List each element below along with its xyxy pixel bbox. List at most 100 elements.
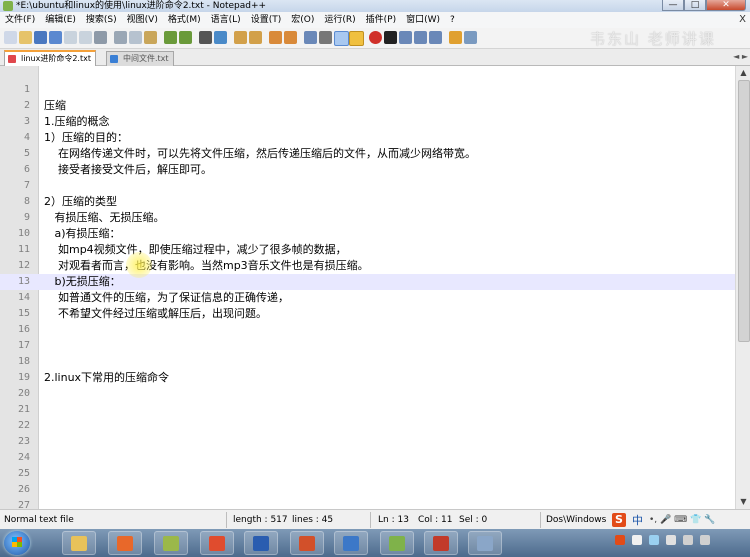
taskbar-app[interactable] [290, 531, 324, 555]
ime-language[interactable]: 中 [632, 512, 643, 528]
editor-line[interactable]: 26 [0, 482, 735, 498]
open-file-icon[interactable] [19, 31, 32, 44]
menu-edit[interactable]: 编辑(E) [40, 12, 81, 28]
taskbar-app[interactable] [424, 531, 458, 555]
menu-macro[interactable]: 宏(O) [286, 12, 319, 28]
taskbar-app[interactable] [244, 531, 278, 555]
taskbar-app[interactable] [108, 531, 142, 555]
close-button[interactable]: ✕ [706, 0, 746, 11]
editor-line[interactable]: 15 不希望文件经过压缩或解压后，出现问题。 [0, 306, 735, 322]
editor-line[interactable]: 11 如mp4视频文件，即使压缩过程中，减少了很多帧的数据， [0, 242, 735, 258]
editor-line[interactable]: 18 [0, 354, 735, 370]
sogou-tray-icon[interactable] [615, 535, 625, 545]
editor-line[interactable]: 23 [0, 434, 735, 450]
cut-icon[interactable] [114, 31, 127, 44]
save-all-icon[interactable] [49, 31, 62, 44]
editor-line[interactable]: 19 2.linux下常用的压缩命令 [0, 370, 735, 386]
editor-line[interactable]: 2 压缩 [0, 98, 735, 114]
zoom-out-icon[interactable] [249, 31, 262, 44]
editor-line[interactable]: 5 在网络传递文件时，可以先将文件压缩，然后传递压缩后的文件，从而减少网络带宽。 [0, 146, 735, 162]
sogou-logo-icon[interactable]: S [612, 513, 626, 527]
taskbar-app[interactable] [62, 531, 96, 555]
menu-view[interactable]: 视图(V) [122, 12, 163, 28]
taskbar-app[interactable] [334, 531, 368, 555]
scroll-up-icon[interactable]: ▲ [736, 66, 750, 80]
word-wrap-icon[interactable] [304, 31, 317, 44]
menu-settings[interactable]: 设置(T) [246, 12, 287, 28]
tab-middle-file[interactable]: 中间文件.txt [106, 51, 174, 66]
replace-icon[interactable] [214, 31, 227, 44]
doc-map-icon[interactable] [349, 31, 364, 46]
close-document-icon[interactable]: X [739, 14, 746, 25]
taskbar-app[interactable] [468, 531, 502, 555]
editor-line[interactable]: 20 [0, 386, 735, 402]
zoom-in-icon[interactable] [234, 31, 247, 44]
play-macro-icon[interactable] [399, 31, 412, 44]
editor-line[interactable]: 21 [0, 402, 735, 418]
menu-plugins[interactable]: 插件(P) [361, 12, 401, 28]
editor-line[interactable]: 9 有损压缩、无损压缩。 [0, 210, 735, 226]
editor-line[interactable]: 12 对观看者而言，也没有影响。当然mp3音乐文件也是有损压缩。 [0, 258, 735, 274]
editor-line[interactable]: 14 如普通文件的压缩，为了保证信息的正确传递， [0, 290, 735, 306]
menu-run[interactable]: 运行(R) [319, 12, 360, 28]
close-all-icon[interactable] [79, 31, 92, 44]
text-editor[interactable]: 1 2 压缩 3 1.压缩的概念 4 1）压缩的目的： 5 在网络传递文件时，可以先将文件压缩… [0, 66, 735, 509]
minimize-button[interactable]: — [662, 0, 684, 11]
editor-line[interactable]: 24 [0, 450, 735, 466]
tab-linux-commands[interactable]: linux进阶命令2.txt [4, 50, 96, 67]
scrollbar-thumb[interactable] [738, 80, 750, 342]
taskbar-app[interactable] [380, 531, 414, 555]
menu-language[interactable]: 语言(L) [206, 12, 246, 28]
menu-window[interactable]: 窗口(W) [401, 12, 445, 28]
tray-icon[interactable] [632, 535, 642, 545]
menu-file[interactable]: 文件(F) [0, 12, 40, 28]
spellcheck-icon[interactable] [464, 31, 477, 44]
start-button[interactable] [4, 531, 30, 555]
copy-icon[interactable] [129, 31, 142, 44]
taskbar-app[interactable] [200, 531, 234, 555]
stop-macro-icon[interactable] [384, 31, 397, 44]
editor-line[interactable]: 13 b)无损压缩： [0, 274, 735, 290]
sync-horizontal-icon[interactable] [284, 31, 297, 44]
maximize-button[interactable]: □ [684, 0, 706, 11]
paste-icon[interactable] [144, 31, 157, 44]
editor-line[interactable]: 27 [0, 498, 735, 509]
sync-vertical-icon[interactable] [269, 31, 282, 44]
indent-guide-icon[interactable] [334, 31, 349, 46]
volume-icon[interactable] [666, 535, 676, 545]
save-macro-icon[interactable] [429, 31, 442, 44]
editor-line[interactable]: 7 [0, 178, 735, 194]
editor-line[interactable]: 3 1.压缩的概念 [0, 114, 735, 130]
editor-line[interactable]: 25 [0, 466, 735, 482]
vertical-scrollbar[interactable]: ▲ ▼ [735, 66, 750, 509]
run-macro-multiple-icon[interactable] [414, 31, 427, 44]
new-file-icon[interactable] [4, 31, 17, 44]
tray-icon[interactable] [683, 535, 693, 545]
editor-line[interactable]: 22 [0, 418, 735, 434]
undo-icon[interactable] [164, 31, 177, 44]
editor-line[interactable]: 4 1）压缩的目的： [0, 130, 735, 146]
taskbar-app[interactable] [154, 531, 188, 555]
network-icon[interactable] [649, 535, 659, 545]
editor-line[interactable]: 1 [0, 82, 735, 98]
find-icon[interactable] [199, 31, 212, 44]
menu-search[interactable]: 搜索(S) [81, 12, 122, 28]
ime-extras[interactable]: •, 🎤 ⌨ 👕 🔧 [649, 515, 715, 525]
editor-line[interactable]: 6 接受者接受文件后，解压即可。 [0, 162, 735, 178]
menu-format[interactable]: 格式(M) [163, 12, 206, 28]
tray-icon[interactable] [700, 535, 710, 545]
plugin-icon[interactable] [449, 31, 462, 44]
save-icon[interactable] [34, 31, 47, 44]
editor-line[interactable]: 16 [0, 322, 735, 338]
menu-help[interactable]: ? [445, 12, 460, 28]
show-all-chars-icon[interactable] [319, 31, 332, 44]
scroll-down-icon[interactable]: ▼ [736, 495, 750, 509]
editor-line[interactable]: 10 a)有损压缩： [0, 226, 735, 242]
redo-icon[interactable] [179, 31, 192, 44]
editor-line[interactable]: 8 2）压缩的类型 [0, 194, 735, 210]
tab-scroll-arrows[interactable]: ◄ ► [733, 52, 748, 61]
close-file-icon[interactable] [64, 31, 77, 44]
record-macro-icon[interactable] [369, 31, 382, 44]
editor-line[interactable]: 17 [0, 338, 735, 354]
print-icon[interactable] [94, 31, 107, 44]
